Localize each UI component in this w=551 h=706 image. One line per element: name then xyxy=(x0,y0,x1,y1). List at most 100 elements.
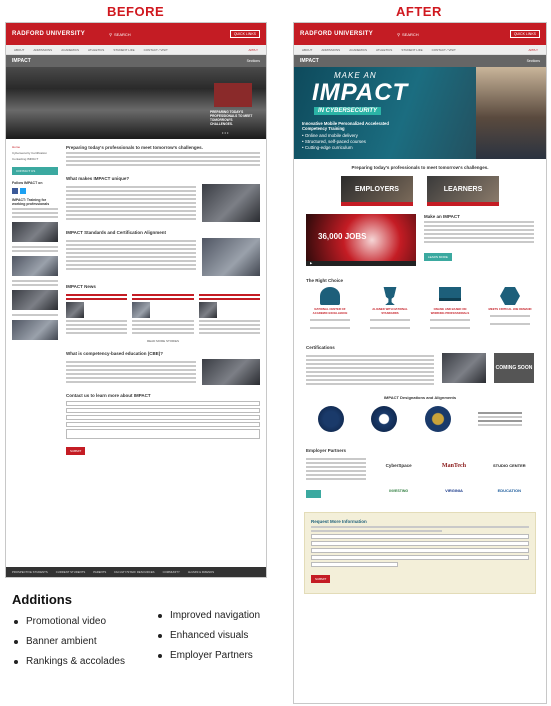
medal-icon xyxy=(320,287,340,305)
promo-video[interactable]: 36,000 JOBS ▶ xyxy=(306,214,416,266)
standards-photo xyxy=(202,238,260,276)
nav-apply[interactable]: APPLY xyxy=(529,48,538,52)
partner-logo[interactable]: STUDIO CENTER xyxy=(485,463,534,468)
sidebar-item-home[interactable]: Home xyxy=(12,145,58,149)
hero-person-photo xyxy=(476,67,546,159)
news-heading: IMPACT News xyxy=(66,284,96,289)
after-screenshot: RADFORD UNIVERSITY ⚲ SEARCH QUICK LINKS A… xyxy=(293,22,547,704)
nav-academics[interactable]: ACADEMICS xyxy=(61,48,79,52)
partner-logo[interactable]: VIRGINIA xyxy=(429,488,478,493)
laptop-icon xyxy=(439,287,461,301)
hero-subtitle: Innovative Mobile Personalized Accelerat… xyxy=(302,121,389,131)
tile-learners[interactable]: LEARNERS xyxy=(427,176,499,206)
accolades-row: NATIONAL CENTER OF ACADEMIC EXCELLENCE A… xyxy=(294,287,546,331)
nav-contact[interactable]: CONTACT / VISIT xyxy=(144,48,168,52)
footer-link[interactable]: COMMUNITY xyxy=(163,570,180,574)
certifications-heading: Certifications xyxy=(306,345,335,350)
form-field[interactable] xyxy=(311,541,529,546)
footer-link[interactable]: CURRENT STUDENTS xyxy=(56,570,85,574)
footer-link[interactable]: PROSPECTIVE STUDENTS xyxy=(12,570,48,574)
search-link[interactable]: ⚲ SEARCH xyxy=(109,32,131,37)
training-heading: IMPACT: Training for working professiona… xyxy=(12,198,50,206)
form-field[interactable] xyxy=(311,562,399,567)
news-more-link[interactable]: READ MORE STORIES xyxy=(66,339,260,343)
social-icons xyxy=(12,188,58,194)
addition-item: Employer Partners xyxy=(158,650,260,661)
nav-student-life[interactable]: STUDENT LIFE xyxy=(113,48,134,52)
additions-title: Additions xyxy=(12,592,72,607)
hero-line3: IN CYBERSECURITY xyxy=(314,107,382,115)
brand-logo[interactable]: RADFORD UNIVERSITY xyxy=(300,31,373,37)
submit-button[interactable]: SUBMIT xyxy=(311,575,331,583)
carousel-dots[interactable]: • • • xyxy=(222,130,228,135)
brand-logo[interactable]: RADFORD UNIVERSITY xyxy=(12,31,85,37)
partner-logo[interactable]: INVESTING xyxy=(374,489,423,493)
news-item[interactable] xyxy=(198,292,260,336)
nav-athletics[interactable]: ATHLETICS xyxy=(376,48,392,52)
hero-image: PREPARING TODAY'S PROFESSIONALS TO MEET … xyxy=(6,67,266,139)
form-field[interactable] xyxy=(66,422,260,427)
video-section: 36,000 JOBS ▶ Make an IMPACT LEARN MORE xyxy=(294,206,546,266)
nav-about[interactable]: ABOUT xyxy=(14,48,24,52)
cbe-photo xyxy=(202,359,260,385)
nav-academics[interactable]: ACADEMICS xyxy=(349,48,367,52)
video-controls[interactable] xyxy=(306,261,416,266)
quick-links-button[interactable]: QUICK LINKS xyxy=(509,30,540,38)
nav-athletics[interactable]: ATHLETICS xyxy=(88,48,104,52)
section-menu[interactable]: Sections xyxy=(247,59,260,63)
play-icon[interactable]: ▶ xyxy=(310,261,312,265)
footer-link[interactable]: PARENTS xyxy=(93,570,106,574)
section-menu[interactable]: Sections xyxy=(527,59,540,63)
sidebar-photo-2 xyxy=(12,256,58,276)
form-field[interactable] xyxy=(311,555,529,560)
submit-button[interactable]: SUBMIT xyxy=(66,447,86,455)
dhs-seal-icon xyxy=(371,406,398,432)
nav-admissions[interactable]: ADMISSIONS xyxy=(321,48,340,52)
additions-list-1: Promotional video Banner ambient Ranking… xyxy=(14,616,125,676)
make-impact-heading: Make an IMPACT xyxy=(424,214,460,219)
quick-links-button[interactable]: QUICK LINKS xyxy=(229,30,260,38)
nav-about[interactable]: ABOUT xyxy=(302,48,312,52)
top-bar: RADFORD UNIVERSITY ⚲ SEARCH QUICK LINKS xyxy=(6,23,266,45)
sidebar-photo-1 xyxy=(12,222,58,242)
news-item[interactable] xyxy=(66,292,128,336)
hero-banner: MAKE AN IMPACT IN CYBERSECURITY Innovati… xyxy=(294,67,546,159)
unique-photo xyxy=(202,184,260,222)
designation-seals xyxy=(294,400,546,438)
form-field[interactable] xyxy=(311,534,529,539)
before-heading: BEFORE xyxy=(107,4,165,19)
search-icon: ⚲ xyxy=(397,31,401,37)
footer-bar: PROSPECTIVE STUDENTS CURRENT STUDENTS PA… xyxy=(6,567,266,577)
partner-logo[interactable]: EDUCATION xyxy=(485,488,534,493)
partner-logo[interactable]: CyberSpace xyxy=(374,463,423,468)
cbe-heading: What is competency-based education (CBE)… xyxy=(66,351,164,356)
certification-photo xyxy=(442,353,486,383)
form-field[interactable] xyxy=(66,401,260,406)
form-field[interactable] xyxy=(311,548,529,553)
contact-us-button[interactable]: CONTACT US xyxy=(12,167,58,175)
twitter-icon[interactable] xyxy=(20,188,26,194)
nav-admissions[interactable]: ADMISSIONS xyxy=(33,48,52,52)
nav-student-life[interactable]: STUDENT LIFE xyxy=(401,48,422,52)
tagline: Preparing today's professionals to meet … xyxy=(351,165,489,170)
form-field[interactable] xyxy=(66,408,260,413)
video-title: 36,000 JOBS xyxy=(318,232,367,241)
main-content: Preparing today's professionals to meet … xyxy=(66,145,260,457)
footer-link[interactable]: FACULTY/STAFF RESOURCES xyxy=(114,570,154,574)
tile-employers[interactable]: EMPLOYERS xyxy=(341,176,413,206)
footer-link[interactable]: ALUMNI & FRIENDS xyxy=(188,570,214,574)
nav-contact[interactable]: CONTACT / VISIT xyxy=(432,48,456,52)
form-textarea[interactable] xyxy=(66,429,260,439)
request-heading: Request More Information xyxy=(311,519,367,524)
facebook-icon[interactable] xyxy=(12,188,18,194)
form-field[interactable] xyxy=(66,415,260,420)
sidebar-item-cyber[interactable]: Cybersecurity Certification xyxy=(12,151,58,155)
nav-apply[interactable]: APPLY xyxy=(249,48,258,52)
learn-more-button[interactable]: LEARN MORE xyxy=(424,253,452,261)
partner-logo[interactable]: ManTech xyxy=(429,463,478,469)
sidebar-item-contact[interactable]: Contacting IMPACT xyxy=(12,157,58,161)
hero-caption: PREPARING TODAY'S PROFESSIONALS TO MEET … xyxy=(210,110,253,126)
coming-soon-tile: COMING SOON xyxy=(494,353,534,383)
search-link[interactable]: ⚲ SEARCH xyxy=(397,32,419,37)
news-item[interactable] xyxy=(132,292,194,336)
